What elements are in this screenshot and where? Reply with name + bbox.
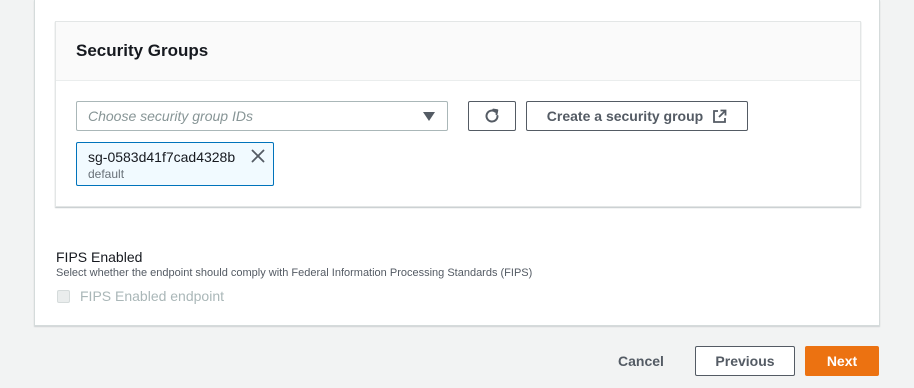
next-button[interactable]: Next [805, 346, 879, 376]
endpoint-settings-card: Security Groups Choose security group ID… [34, 0, 880, 326]
caret-down-icon [423, 112, 435, 121]
security-group-select-placeholder: Choose security group IDs [88, 108, 253, 124]
create-security-group-label: Create a security group [546, 108, 704, 124]
security-group-select[interactable]: Choose security group IDs [76, 101, 448, 131]
selected-security-group-token: sg-0583d41f7cad4328b default [76, 142, 274, 186]
fips-title: FIPS Enabled [56, 249, 143, 265]
close-icon[interactable] [251, 149, 265, 163]
refresh-icon [485, 108, 499, 123]
security-groups-panel: Security Groups Choose security group ID… [55, 21, 861, 207]
security-groups-header: Security Groups [56, 22, 860, 81]
cancel-button[interactable]: Cancel [608, 346, 674, 376]
security-groups-title: Security Groups [76, 41, 209, 60]
refresh-button[interactable] [468, 101, 516, 131]
previous-button[interactable]: Previous [695, 346, 795, 376]
token-security-group-description: default [88, 167, 125, 181]
token-security-group-id: sg-0583d41f7cad4328b [88, 149, 236, 165]
fips-enabled-checkbox[interactable] [57, 290, 70, 303]
create-security-group-button[interactable]: Create a security group [526, 101, 748, 131]
fips-enabled-checkbox-label: FIPS Enabled endpoint [80, 288, 224, 304]
external-link-icon [713, 109, 727, 123]
fips-description: Select whether the endpoint should compl… [56, 267, 533, 279]
